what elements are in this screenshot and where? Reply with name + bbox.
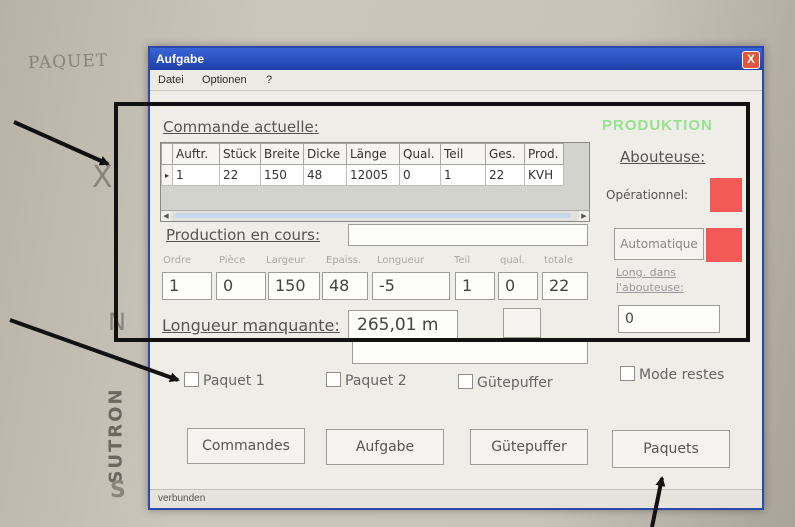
arrow-to-paquets xyxy=(650,476,666,527)
arrow-to-paquet1 xyxy=(9,318,180,383)
annotation-arrows xyxy=(9,120,666,527)
arrow-to-frame xyxy=(13,120,110,166)
